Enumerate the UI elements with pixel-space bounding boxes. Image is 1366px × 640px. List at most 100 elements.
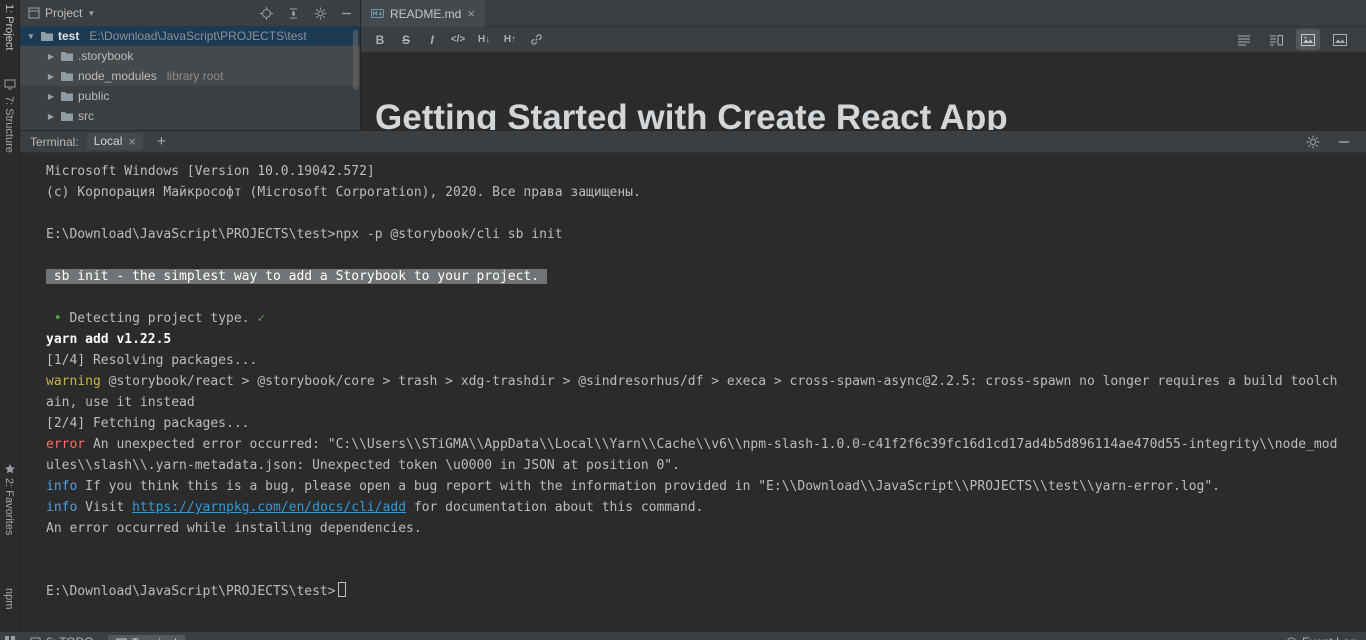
hide-terminal-icon[interactable] (1338, 136, 1350, 148)
terminal-line: An error occurred while installing depen… (46, 521, 422, 536)
terminal-line: error An unexpected error occurred: "C:\… (46, 437, 1338, 452)
left-tool-stripe: 1: Project 7: Structure 2: Favorites npm (0, 0, 20, 632)
tool-button-structure[interactable]: 7: Structure (3, 96, 15, 153)
tree-item-node-modules[interactable]: ▶ node_modules library root (20, 66, 360, 86)
header-decrease-icon[interactable]: H↓ (471, 29, 497, 50)
italic-icon[interactable]: I (419, 29, 445, 50)
terminal-line: Microsoft Windows [Version 10.0.19042.57… (46, 164, 375, 179)
code-icon[interactable]: </> (445, 29, 471, 50)
tree-item-storybook[interactable]: ▶ .storybook (20, 46, 360, 66)
tree-item-path: E:\Download\JavaScript\PROJECTS\test (89, 29, 307, 43)
chevron-collapsed-icon[interactable]: ▶ (46, 72, 56, 81)
terminal-cursor (337, 582, 346, 597)
markdown-toolbar: B S I </> H↓ H↑ (361, 27, 1366, 53)
tree-item-root[interactable]: ▼ test E:\Download\JavaScript\PROJECTS\t… (20, 26, 360, 46)
editor-tab-readme[interactable]: README.md × (361, 0, 485, 27)
close-tab-icon[interactable]: × (467, 7, 475, 20)
tree-item-label: public (78, 89, 110, 103)
tree-item-label: .storybook (78, 49, 134, 63)
terminal-line: • Detecting project type. ✓ (46, 311, 266, 326)
preview-view-icon[interactable] (1296, 29, 1320, 50)
settings-gear-icon[interactable] (314, 7, 327, 20)
project-view-dropdown[interactable]: Project (45, 6, 82, 20)
terminal-line: warning @storybook/react > @storybook/co… (46, 374, 1338, 389)
close-terminal-tab-icon[interactable]: × (128, 135, 136, 148)
tree-item-src[interactable]: ▶ src (20, 106, 360, 126)
status-tab-todo-label: 6: TODO (46, 635, 94, 640)
chevron-collapsed-icon[interactable]: ▶ (46, 52, 56, 61)
chevron-down-icon[interactable]: ▼ (87, 9, 95, 18)
terminal-line: sb init - the simplest way to add a Stor… (46, 269, 547, 284)
status-tab-terminal[interactable]: Terminal (107, 635, 185, 640)
editor-area: README.md × B S I </> H↓ H↑ Getting Star… (360, 0, 1366, 130)
status-event-log-label: Event Log (1302, 635, 1356, 640)
header-increase-icon[interactable]: H↑ (497, 29, 523, 50)
markdown-editor-content[interactable]: Getting Started with Create React App (361, 53, 1366, 130)
terminal-output[interactable]: Microsoft Windows [Version 10.0.19042.57… (20, 153, 1366, 632)
strikethrough-icon[interactable]: S (393, 29, 419, 50)
folder-icon (60, 110, 74, 122)
project-panel: Project ▼ ▼ test E:\Download\JavaScript\… (20, 0, 360, 130)
chevron-collapsed-icon[interactable]: ▶ (46, 92, 56, 101)
split-view-icon[interactable] (1264, 29, 1288, 50)
terminal-settings-gear-icon[interactable] (1306, 135, 1320, 149)
hide-panel-icon[interactable] (341, 8, 352, 19)
tool-button-favorites[interactable]: 2: Favorites (3, 478, 15, 535)
editor-only-view-icon[interactable] (1232, 29, 1256, 50)
star-icon (4, 463, 16, 475)
terminal-line: E:\Download\JavaScript\PROJECTS\test>npx… (46, 227, 563, 242)
auto-scroll-preview-icon[interactable] (1328, 29, 1352, 50)
terminal-line: [2/4] Fetching packages... (46, 416, 250, 431)
status-bar: 6: TODO Terminal Event Log (0, 631, 1366, 640)
bold-icon[interactable]: B (367, 29, 393, 50)
folder-icon (60, 90, 74, 102)
tool-windows-toggle-icon[interactable] (4, 635, 16, 640)
terminal-tab-title: Local (93, 134, 123, 148)
tree-item-label: test (58, 29, 80, 43)
status-tab-todo[interactable]: 6: TODO (30, 635, 94, 640)
markdown-file-icon (371, 7, 384, 20)
terminal-link[interactable]: https://yarnpkg.com/en/docs/cli/add (132, 500, 406, 515)
markdown-view-actions (1232, 29, 1360, 50)
monitor-icon[interactable] (4, 78, 16, 90)
terminal-tab-local[interactable]: Local × (86, 133, 143, 150)
chevron-collapsed-icon[interactable]: ▶ (46, 112, 56, 121)
terminal-line: ain, use it instead (46, 395, 195, 410)
terminal-line: [1/4] Resolving packages... (46, 353, 258, 368)
terminal-line: info Visit https://yarnpkg.com/en/docs/c… (46, 500, 704, 515)
status-event-log[interactable]: Event Log (1286, 635, 1356, 640)
terminal-line: (c) Корпорация Майкрософт (Microsoft Cor… (46, 185, 641, 200)
folder-icon (60, 70, 74, 82)
folder-icon (40, 30, 54, 42)
terminal-line: ules\\slash\\.yarn-metadata.json: Unexpe… (46, 458, 680, 473)
terminal-header: Terminal: Local × + (20, 131, 1366, 153)
link-icon[interactable] (523, 29, 549, 50)
locate-file-icon[interactable] (260, 6, 273, 20)
project-pane-icon (28, 7, 40, 19)
terminal-line: E:\Download\JavaScript\PROJECTS\test> (46, 581, 1366, 602)
terminal-line: yarn add v1.22.5 (46, 332, 172, 347)
status-tab-terminal-label: Terminal (132, 636, 177, 640)
tree-item-label: node_modules (78, 69, 157, 83)
folder-icon (60, 50, 74, 62)
editor-tab-bar: README.md × (361, 0, 1366, 27)
tree-item-suffix: library root (166, 69, 224, 83)
tool-button-npm[interactable]: npm (3, 588, 15, 609)
terminal-label: Terminal: (30, 134, 79, 149)
project-scrollbar-thumb[interactable] (353, 30, 358, 90)
collapse-all-icon[interactable] (287, 7, 300, 20)
chevron-expanded-icon[interactable]: ▼ (26, 32, 36, 41)
terminal-line: info If you think this is a bug, please … (46, 479, 1221, 494)
editor-tab-title: README.md (390, 6, 462, 21)
ide-window: 1: Project 7: Structure 2: Favorites npm… (0, 0, 1366, 640)
markdown-heading: Getting Started with Create React App (375, 98, 1008, 130)
project-panel-header: Project ▼ (20, 0, 360, 26)
tree-item-public[interactable]: ▶ public (20, 86, 360, 106)
tool-button-project[interactable]: 1: Project (3, 4, 15, 50)
new-terminal-session-icon[interactable]: + (157, 133, 166, 150)
